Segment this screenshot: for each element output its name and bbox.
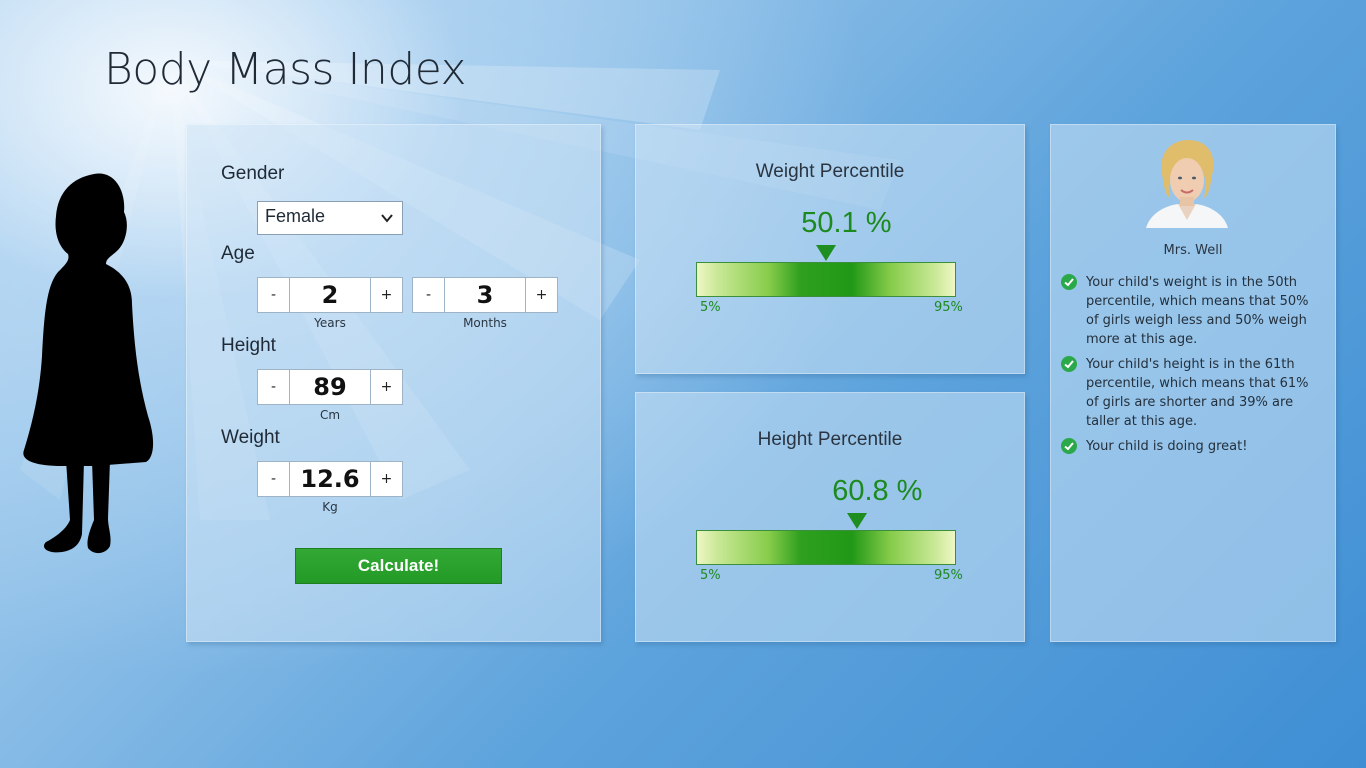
advice-list: Your child's weight is in the 50th perce…: [1061, 273, 1323, 462]
height-plus-button[interactable]: +: [370, 369, 403, 405]
height-percentile-bar: [696, 530, 956, 565]
height-range-high: 95%: [934, 568, 963, 583]
calculate-button[interactable]: Calculate!: [295, 548, 502, 584]
years-plus-button[interactable]: +: [370, 277, 403, 313]
height-percentile-marker-icon: [847, 513, 868, 529]
advice-text: Your child's height is in the 61th perce…: [1086, 357, 1309, 429]
height-minus-button[interactable]: -: [257, 369, 290, 405]
years-unit-label: Years: [314, 316, 346, 330]
weight-unit-label: Kg: [322, 500, 338, 514]
advice-text: Your child's weight is in the 50th perce…: [1086, 275, 1309, 347]
height-percentile-panel: Height Percentile 60.8 % 5% 95%: [635, 392, 1025, 642]
advice-item: Your child's height is in the 61th perce…: [1061, 355, 1323, 431]
gender-label: Gender: [221, 163, 285, 184]
app-title: Body Mass Index: [104, 44, 467, 95]
weight-range-low: 5%: [700, 300, 721, 315]
chevron-down-icon: [381, 214, 393, 223]
check-circle-icon: [1061, 274, 1077, 290]
years-value[interactable]: 2: [290, 277, 370, 313]
height-value[interactable]: 89: [290, 369, 370, 405]
check-circle-icon: [1061, 356, 1077, 372]
weight-plus-button[interactable]: +: [370, 461, 403, 497]
weight-stepper: - 12.6 +: [257, 461, 403, 497]
weight-value[interactable]: 12.6: [290, 461, 370, 497]
weight-percentile-value: 50.1 %: [801, 207, 892, 239]
advice-text: Your child is doing great!: [1086, 439, 1248, 454]
weight-percentile-bar: [696, 262, 956, 297]
advice-item: Your child is doing great!: [1061, 437, 1323, 456]
check-circle-icon: [1061, 438, 1077, 454]
height-stepper: - 89 +: [257, 369, 403, 405]
advice-panel: Mrs. Well Your child's weight is in the …: [1050, 124, 1336, 642]
age-label: Age: [221, 243, 255, 264]
months-minus-button[interactable]: -: [412, 277, 445, 313]
height-percentile-value: 60.8 %: [832, 475, 923, 507]
doctor-avatar: [1146, 140, 1228, 228]
months-unit-label: Months: [463, 316, 507, 330]
weight-percentile-title: Weight Percentile: [755, 161, 905, 182]
weight-label: Weight: [221, 427, 280, 448]
height-percentile-title: Height Percentile: [757, 429, 903, 450]
weight-percentile-panel: Weight Percentile 50.1 % 5% 95%: [635, 124, 1025, 374]
weight-percentile-marker-icon: [816, 245, 837, 261]
gender-select-value: Female: [265, 206, 326, 226]
advice-item: Your child's weight is in the 50th perce…: [1061, 273, 1323, 349]
child-silhouette-image: [23, 173, 154, 554]
years-minus-button[interactable]: -: [257, 277, 290, 313]
years-stepper: - 2 +: [257, 277, 403, 313]
height-label: Height: [221, 335, 276, 356]
doctor-name: Mrs. Well: [1163, 243, 1223, 258]
months-value[interactable]: 3: [445, 277, 525, 313]
height-range-low: 5%: [700, 568, 721, 583]
months-stepper: - 3 +: [412, 277, 558, 313]
input-panel: Gender Female Age - 2 + Years - 3 + Mont…: [186, 124, 601, 642]
weight-minus-button[interactable]: -: [257, 461, 290, 497]
months-plus-button[interactable]: +: [525, 277, 558, 313]
weight-range-high: 95%: [934, 300, 963, 315]
gender-select[interactable]: Female: [257, 201, 403, 235]
height-unit-label: Cm: [319, 408, 341, 422]
